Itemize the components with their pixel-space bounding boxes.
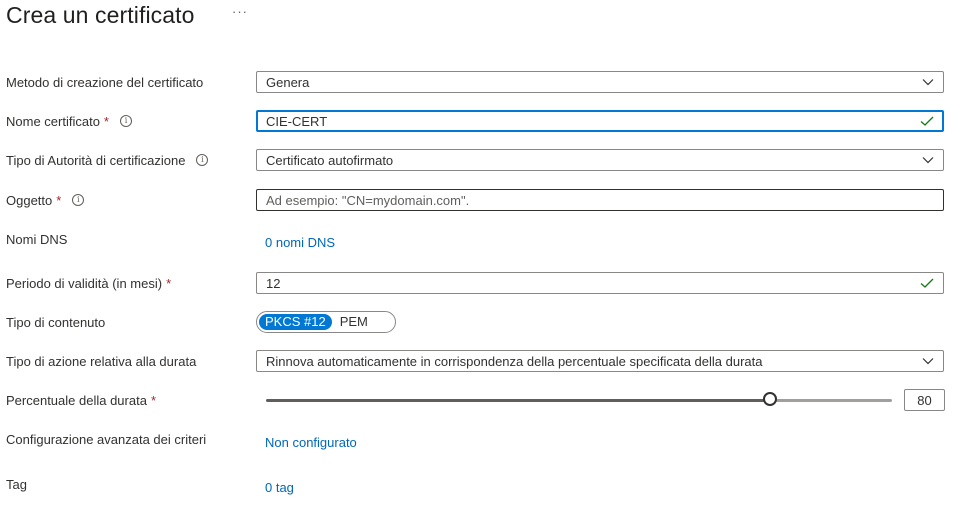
subject-input[interactable]: Ad esempio: "CN=mydomain.com".	[256, 189, 944, 211]
chevron-down-icon	[922, 157, 934, 164]
ca-type-label-text: Tipo di Autorità di certificazione	[6, 152, 186, 168]
content-type-option-pem[interactable]: PEM	[334, 314, 374, 330]
method-label-text: Metodo di creazione del certificato	[6, 74, 204, 90]
ca-type-value: Certificato autofirmato	[266, 152, 394, 168]
validity-input[interactable]: 12	[256, 272, 944, 294]
info-icon[interactable]: i	[196, 154, 209, 166]
checkmark-icon	[920, 278, 934, 288]
validity-label-text: Periodo di validità (in mesi)	[6, 275, 163, 291]
required-marker: *	[150, 392, 156, 408]
more-options-icon[interactable]: ···	[232, 4, 248, 19]
subject-placeholder: Ad esempio: "CN=mydomain.com".	[266, 192, 470, 208]
lifetime-action-dropdown[interactable]: Rinnova automaticamente in corrispondenz…	[256, 350, 944, 372]
tags-link[interactable]: 0 tag	[265, 480, 294, 495]
dns-label: Nomi DNS	[6, 229, 67, 249]
content-type-toggle[interactable]: PKCS #12 PEM	[256, 311, 396, 333]
content-type-option-pkcs12[interactable]: PKCS #12	[259, 314, 332, 330]
tags-label: Tag	[6, 474, 27, 494]
lifetime-percentage-label-text: Percentuale della durata	[6, 392, 147, 408]
chevron-down-icon	[922, 79, 934, 86]
lifetime-action-label-text: Tipo di azione relativa alla durata	[6, 353, 197, 369]
advanced-policy-link[interactable]: Non configurato	[265, 435, 357, 450]
slider-track-filled[interactable]	[266, 399, 771, 402]
chevron-down-icon	[922, 358, 934, 365]
certificate-name-input[interactable]: CIE-CERT	[256, 110, 944, 132]
advanced-policy-label: Configurazione avanzata dei criteri	[6, 429, 206, 449]
advanced-policy-label-text: Configurazione avanzata dei criteri	[6, 431, 207, 447]
slider-track-empty[interactable]	[771, 399, 892, 402]
required-marker: *	[166, 275, 172, 291]
checkmark-icon	[920, 116, 934, 126]
certificate-name-value: CIE-CERT	[266, 113, 328, 129]
subject-label: Oggetto * i	[6, 190, 85, 210]
lifetime-percentage-slider-thumb[interactable]	[763, 392, 777, 406]
name-label-text: Nome certificato	[6, 113, 100, 129]
dns-names-link[interactable]: 0 nomi DNS	[265, 235, 335, 250]
info-icon[interactable]: i	[72, 194, 85, 206]
ca-type-label: Tipo di Autorità di certificazione i	[6, 150, 209, 170]
lifetime-action-label: Tipo di azione relativa alla durata	[6, 351, 196, 371]
page-title: Crea un certificato	[6, 2, 195, 28]
dns-label-text: Nomi DNS	[6, 231, 68, 247]
method-label: Metodo di creazione del certificato	[6, 72, 203, 92]
required-marker: *	[56, 192, 62, 208]
info-icon[interactable]: i	[119, 115, 132, 127]
lifetime-percentage-input[interactable]: 80	[904, 389, 945, 411]
method-dropdown[interactable]: Genera	[256, 71, 944, 93]
lifetime-action-value: Rinnova automaticamente in corrispondenz…	[266, 353, 763, 369]
required-marker: *	[103, 113, 109, 129]
subject-label-text: Oggetto	[6, 192, 53, 208]
validity-value: 12	[266, 275, 281, 291]
content-type-label-text: Tipo di contenuto	[6, 314, 106, 330]
method-value: Genera	[266, 74, 310, 90]
name-label: Nome certificato * i	[6, 111, 132, 131]
validity-label: Periodo di validità (in mesi) *	[6, 273, 171, 293]
tags-label-text: Tag	[6, 476, 27, 492]
ca-type-dropdown[interactable]: Certificato autofirmato	[256, 149, 944, 171]
lifetime-percentage-label: Percentuale della durata *	[6, 390, 156, 410]
content-type-label: Tipo di contenuto	[6, 312, 105, 332]
